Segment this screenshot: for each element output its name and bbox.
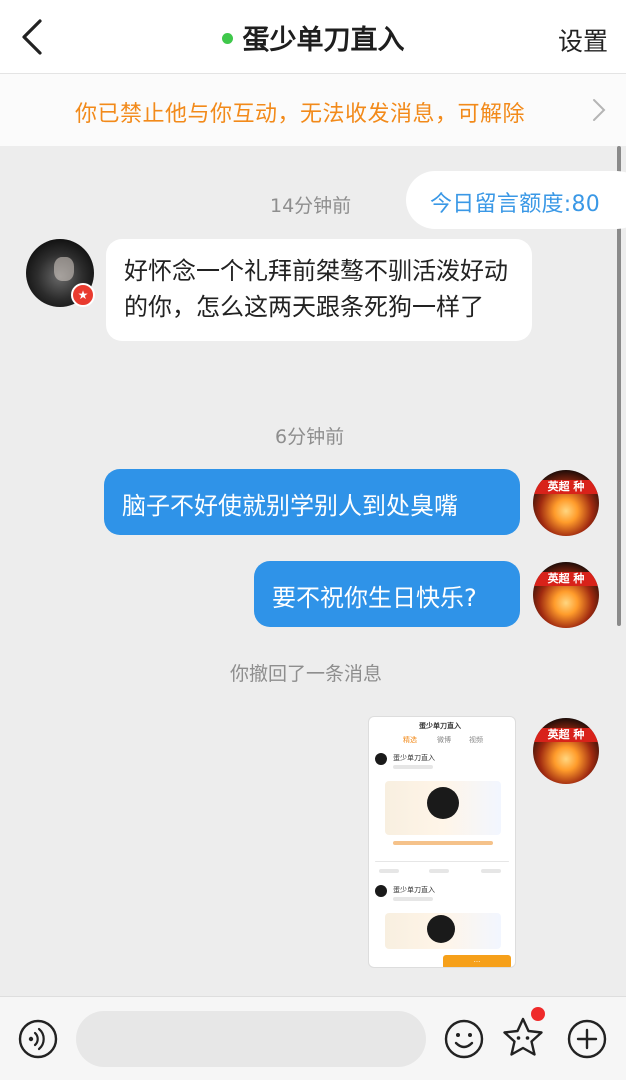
incoming-message-bubble[interactable]: 好怀念一个礼拜前桀骜不驯活泼好动的你，怎么这两天跟条死狗一样了	[106, 239, 532, 341]
chevron-right-icon	[593, 99, 606, 121]
chat-title: 蛋少单刀直入	[0, 18, 626, 57]
online-status-dot	[221, 33, 233, 44]
message-quota-pill: 今日留言额度:80	[406, 171, 626, 229]
contact-avatar[interactable]: ★	[26, 239, 95, 307]
message-input[interactable]	[76, 1011, 426, 1067]
composer-bar	[0, 996, 626, 1080]
outgoing-message-bubble[interactable]: 脑子不好使就别学别人到处臭嘴	[104, 469, 520, 535]
my-avatar[interactable]: 英超 种	[533, 470, 599, 536]
block-notice-banner[interactable]: 你已禁止他与你互动，无法收发消息，可解除	[0, 74, 626, 146]
block-notice-text: 你已禁止他与你互动，无法收发消息，可解除	[75, 102, 526, 127]
recalled-message-notice: 你撤回了一条消息	[230, 663, 383, 685]
verified-badge-icon: ★	[71, 283, 95, 307]
timestamp: 14分钟前	[270, 195, 352, 217]
voice-icon[interactable]	[18, 1019, 58, 1059]
contact-name: 蛋少单刀直入	[242, 25, 405, 56]
settings-button[interactable]: 设置	[558, 22, 608, 58]
notification-dot	[531, 1007, 545, 1021]
star-sticker-icon[interactable]	[500, 1015, 546, 1061]
message-list[interactable]: 14分钟前 今日留言额度:80 ★ 好怀念一个礼拜前桀骜不驯活泼好动的你，怎么这…	[0, 146, 626, 996]
plus-icon[interactable]	[567, 1019, 607, 1059]
outgoing-message-bubble[interactable]: 要不祝你生日快乐?	[254, 561, 520, 627]
emoji-icon[interactable]	[444, 1019, 484, 1059]
my-avatar[interactable]: 英超 种	[533, 718, 599, 784]
image-message[interactable]: 蛋少单刀直入 精选 微博 视频 蛋少单刀直入 蛋少单刀直入 ···	[368, 716, 516, 968]
my-avatar[interactable]: 英超 种	[533, 562, 599, 628]
top-bar: 蛋少单刀直入 设置	[0, 0, 626, 74]
timestamp: 6分钟前	[275, 426, 345, 448]
